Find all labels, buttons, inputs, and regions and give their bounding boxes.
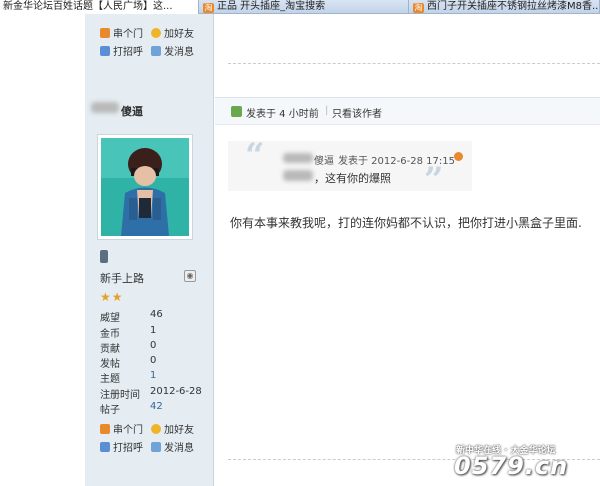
star-icon: ★ [111,290,123,304]
username-text: 傻逼 [121,105,143,118]
post-message: 你有本事来教我呢，打的连你妈都不认识，把你打进小黑盒子里面. [230,216,582,230]
stat-label-posts: 发帖 [100,359,120,370]
quote-time: 发表于 2012-6-28 17:15 [338,156,455,167]
tab-label: 正品 开头插座_淘宝搜索 [217,1,326,12]
rank-text: 新手上路 [100,272,144,285]
meta-separator: | [325,105,329,116]
stat-label-contribution: 贡献 [100,344,120,355]
redacted-username [91,102,119,113]
post-time: 发表于 4 小时前 [246,109,319,120]
taobao-icon: 淘 [413,3,424,13]
stat-value-posts: 0 [150,355,157,366]
jump-to-post-icon[interactable] [454,152,463,161]
stat-label-prestige: 威望 [100,313,120,324]
tab-label: 西门子开关插座不锈钢拉丝烤漆M8香... [427,1,600,12]
stat-value-prestige: 46 [150,309,163,320]
online-status-icon [231,106,242,117]
add-friend-icon [151,28,161,38]
send-message-link[interactable]: 发消息 [151,43,194,58]
page-gutter [0,14,85,486]
send-message-label: 发消息 [164,443,194,454]
stat-value-contribution: 0 [150,340,157,351]
forum-page: 新金华论坛百姓话题【人民广场】这... 淘正品 开头插座_淘宝搜索 淘西门子开关… [0,0,600,486]
stat-label-replies: 帖子 [100,405,120,416]
rank-stars: ★★ [100,290,124,304]
add-friend-link[interactable]: 加好友 [151,421,194,436]
tab-forum-thread[interactable]: 新金华论坛百姓话题【人民广场】这... [0,0,199,15]
only-author-link[interactable]: 只看该作者 [332,105,382,120]
post-divider [228,63,600,64]
author-username[interactable]: 傻逼 [121,103,143,119]
tab-label: 新金华论坛百姓话题【人民广场】这... [3,1,173,12]
redacted-quote-mention [283,170,313,181]
user-rank: 新手上路 [100,270,144,286]
send-message-link[interactable]: 发消息 [151,439,194,454]
add-friend-label: 加好友 [164,29,194,40]
poke-link[interactable]: 打招呼 [100,439,143,454]
add-friend-link[interactable]: 加好友 [151,25,194,40]
avatar-photo [101,138,189,236]
visit-home-link[interactable]: 串个门 [100,25,143,40]
mobile-phone-icon [100,250,108,263]
poke-icon [100,46,110,56]
add-friend-label: 加好友 [164,425,194,436]
quote-text: ，这有你的爆照 [314,172,391,185]
poke-label: 打招呼 [113,443,143,454]
stat-label-registered: 注册时间 [100,390,140,401]
add-friend-icon [151,424,161,434]
poke-label: 打招呼 [113,47,143,58]
quote-author: 傻逼 [314,156,334,167]
visit-home-label: 串个门 [113,29,143,40]
redacted-quote-author [283,153,313,163]
avatar[interactable] [97,134,193,240]
camera-icon[interactable]: ◉ [184,270,196,282]
star-icon: ★ [100,290,111,304]
tab-taobao-search[interactable]: 淘正品 开头插座_淘宝搜索 [200,0,409,14]
open-quote-icon: “ [245,136,265,176]
site-watermark-logo: 0579.cn [454,452,569,480]
stat-value-replies[interactable]: 42 [150,401,163,412]
visit-home-link[interactable]: 串个门 [100,421,143,436]
stat-value-coins: 1 [150,325,157,336]
house-icon [100,28,110,38]
taobao-icon: 淘 [203,3,214,13]
stat-label-coins: 金币 [100,329,120,340]
house-icon [100,424,110,434]
poke-icon [100,442,110,452]
browser-tab-strip: 新金华论坛百姓话题【人民广场】这... 淘正品 开头插座_淘宝搜索 淘西门子开关… [0,0,600,15]
tab-siemens-product[interactable]: 淘西门子开关插座不锈钢拉丝烤漆M8香... [410,0,600,14]
visit-home-label: 串个门 [113,425,143,436]
stat-label-topics: 主题 [100,374,120,385]
envelope-icon [151,46,161,56]
stat-value-topics[interactable]: 1 [150,370,156,381]
envelope-icon [151,442,161,452]
stat-value-registered: 2012-6-28 [150,386,202,397]
send-message-label: 发消息 [164,47,194,58]
poke-link[interactable]: 打招呼 [100,43,143,58]
